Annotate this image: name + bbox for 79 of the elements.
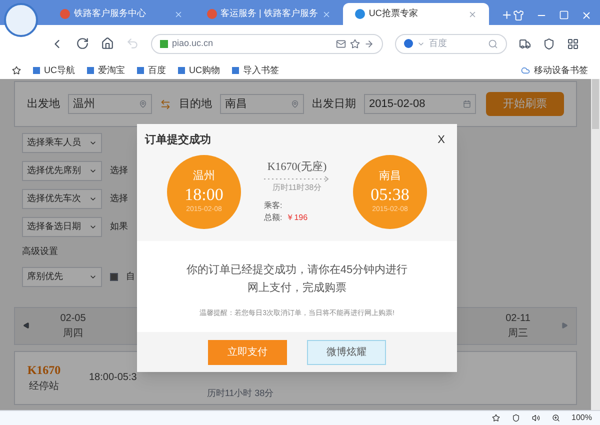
train-duration: 历时11小时 38分 bbox=[206, 387, 274, 400]
star-icon[interactable] bbox=[492, 414, 500, 422]
bookmark-link[interactable]: 百度 bbox=[137, 64, 166, 78]
location-icon bbox=[291, 100, 299, 108]
grid-icon[interactable] bbox=[567, 38, 579, 50]
truck-icon[interactable] bbox=[519, 38, 531, 50]
date-tab[interactable]: 02-11 周三 bbox=[483, 310, 553, 340]
total-price: ￥196 bbox=[286, 212, 308, 224]
calendar-icon bbox=[463, 100, 471, 108]
tab-favicon-icon bbox=[354, 9, 365, 19]
dropdown[interactable]: 选择优先车次 bbox=[22, 189, 102, 209]
browser-tab[interactable]: 铁路客户服务中心 bbox=[48, 3, 194, 25]
date-tab[interactable]: 02-05 周四 bbox=[38, 310, 108, 340]
previous-icon[interactable] bbox=[23, 322, 30, 329]
browser-tab[interactable]: UC抢票专家 bbox=[342, 3, 490, 25]
option-note: 选择 bbox=[110, 164, 128, 178]
search-icon bbox=[488, 38, 498, 48]
bookmark-link[interactable]: 导入书签 bbox=[232, 64, 279, 78]
cloud-icon bbox=[521, 66, 530, 75]
bookmark-link[interactable]: UC导航 bbox=[33, 64, 75, 78]
caret-icon bbox=[89, 139, 97, 147]
passenger-label: 乘客: bbox=[264, 200, 282, 212]
success-message: 你的订单已经提交成功，请你在45分钟内进行网上支付，完成购票 bbox=[185, 262, 409, 296]
bookmark-link[interactable]: 爱淘宝 bbox=[87, 64, 125, 78]
dotted-arrow-icon bbox=[264, 176, 330, 182]
label: 出发地 bbox=[27, 96, 60, 112]
stops-link[interactable]: 经停站 bbox=[29, 379, 59, 394]
tab-favicon-icon bbox=[60, 9, 70, 19]
home-icon[interactable] bbox=[101, 37, 114, 50]
trip-duration: 历时11时38分 bbox=[272, 182, 322, 194]
from-field[interactable]: 温州 bbox=[68, 94, 152, 114]
location-icon bbox=[139, 100, 147, 108]
close-icon[interactable] bbox=[581, 10, 592, 21]
caret-icon bbox=[89, 195, 97, 203]
caret-icon bbox=[89, 223, 97, 231]
share-button[interactable]: 微博炫耀 bbox=[307, 340, 386, 364]
bookmark-link[interactable]: UC购物 bbox=[178, 64, 220, 78]
tab-favicon-icon bbox=[206, 9, 216, 19]
train-number: K1670(无座) bbox=[267, 160, 327, 176]
secure-icon bbox=[160, 40, 168, 48]
shield-icon[interactable] bbox=[543, 38, 555, 50]
option-note: 选择 bbox=[110, 192, 128, 206]
dialog-title: 订单提交成功 bbox=[145, 132, 211, 148]
zoom-level[interactable]: 100% bbox=[572, 412, 592, 424]
dropdown[interactable]: 选择优先席别 bbox=[22, 161, 102, 181]
close-tab-icon[interactable] bbox=[468, 10, 478, 18]
address-bar[interactable]: piao.uc.cn bbox=[151, 34, 383, 54]
skin-icon[interactable] bbox=[513, 10, 524, 21]
volume-icon[interactable] bbox=[532, 414, 540, 422]
dropdown[interactable]: 选择乘车人员 bbox=[22, 133, 102, 153]
zoom-icon[interactable] bbox=[552, 414, 560, 422]
star-icon[interactable] bbox=[350, 38, 360, 48]
caret-icon bbox=[89, 167, 97, 175]
mail-icon[interactable] bbox=[336, 38, 346, 48]
bookmark-star-icon[interactable] bbox=[12, 66, 21, 75]
label: 出发日期 bbox=[312, 96, 356, 112]
checkbox[interactable] bbox=[110, 272, 118, 280]
train-number: K1670 bbox=[27, 362, 61, 379]
label: 高级设置 bbox=[22, 245, 59, 258]
close-button[interactable]: X bbox=[438, 132, 449, 148]
browser-tab[interactable]: 客运服务 | 铁路客户服务 bbox=[194, 3, 343, 25]
option-note: 如果 bbox=[110, 220, 128, 234]
close-tab-icon[interactable] bbox=[174, 10, 182, 18]
go-icon[interactable] bbox=[364, 38, 374, 48]
reload-icon[interactable] bbox=[76, 37, 89, 50]
date-field[interactable]: 2015-02-08 bbox=[364, 94, 476, 114]
to-field[interactable]: 南昌 bbox=[220, 94, 304, 114]
label: 目的地 bbox=[179, 96, 212, 112]
total-label: 总额: bbox=[264, 212, 282, 224]
train-time: 18:00-05:3 bbox=[89, 371, 137, 385]
close-tab-icon[interactable] bbox=[322, 10, 331, 18]
new-tab-icon[interactable] bbox=[501, 9, 514, 21]
baidu-icon bbox=[404, 39, 413, 48]
dropdown[interactable]: 席别优先 bbox=[22, 266, 102, 286]
checkbox-label: 自 bbox=[126, 270, 135, 283]
bookmark-link[interactable]: 移动设备书签 bbox=[521, 64, 588, 78]
dropdown[interactable]: 选择备选日期 bbox=[22, 217, 102, 237]
shield-icon[interactable] bbox=[512, 414, 520, 422]
maximize-icon[interactable] bbox=[559, 10, 570, 20]
